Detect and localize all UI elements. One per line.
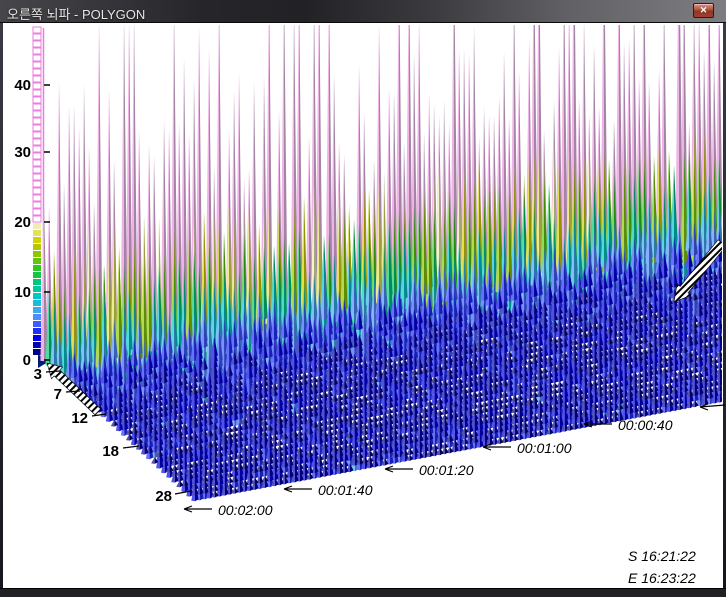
start-time-label: S 16:21:22: [628, 548, 696, 564]
y-tick-40: 40: [14, 77, 31, 94]
polygon-3d-chart: 0 10 20 30 40 3 7 12 18 28: [0, 0, 726, 597]
end-time-label: E 16:23:22: [628, 570, 696, 586]
freq-tick-3: 3: [34, 366, 42, 383]
time-tick-0140: 00:01:40: [318, 482, 373, 498]
y-tick-30: 30: [14, 144, 31, 161]
y-tick-20: 20: [14, 214, 31, 231]
freq-tick-7: 7: [54, 386, 62, 403]
time-tick-0200: 00:02:00: [218, 502, 273, 518]
freq-tick-12: 12: [71, 410, 88, 427]
y-tick-10: 10: [14, 284, 31, 301]
time-tick-0100: 00:01:00: [517, 440, 572, 456]
time-tick-0040: 00:00:40: [618, 417, 673, 433]
y-tick-0: 0: [23, 352, 31, 369]
freq-tick-28: 28: [155, 488, 172, 505]
time-tick-0120: 00:01:20: [419, 462, 474, 478]
freq-tick-18: 18: [102, 443, 119, 460]
y-axis-labels: 0 10 20 30 40: [14, 77, 31, 369]
legend-colorbar: [33, 27, 41, 355]
app-window: 오른쪽 뇌파 - POLYGON ✕: [0, 0, 726, 597]
